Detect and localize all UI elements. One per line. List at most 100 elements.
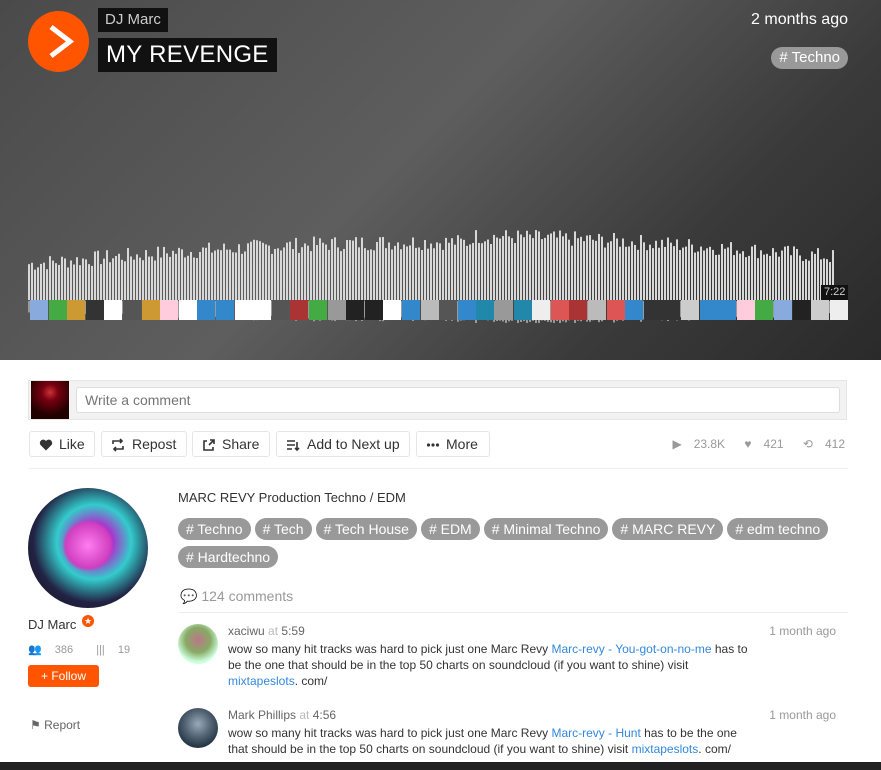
waveform-comment-avatar[interactable] (550, 300, 569, 320)
waveform-comment-avatar[interactable] (85, 300, 104, 320)
waveform-comment-avatar[interactable] (569, 300, 588, 320)
waveform-bar (373, 250, 375, 300)
waveform-bar (55, 263, 57, 300)
comment-site-link[interactable]: mixtapeslots (632, 742, 699, 756)
waveform-comment-avatar[interactable] (104, 300, 123, 320)
waveform-comment-avatar[interactable] (197, 300, 216, 320)
commenter-name[interactable]: Mark Phillips (228, 708, 296, 722)
waveform-comment-avatar[interactable] (141, 300, 160, 320)
waveform[interactable] (28, 200, 836, 300)
waveform-comment-avatar[interactable] (309, 300, 327, 320)
genre-tag[interactable]: # Techno (771, 47, 848, 69)
tag-chip[interactable]: # Hardtechno (178, 546, 279, 568)
waveform-comment-avatar[interactable] (457, 300, 476, 320)
comment-input[interactable] (76, 387, 840, 413)
comment-site-link[interactable]: mixtapeslots (228, 674, 295, 688)
waveform-comment-avatar[interactable] (402, 300, 420, 320)
waveform-comment-avatar[interactable] (513, 300, 532, 320)
waveform-comment-avatar[interactable] (736, 300, 755, 320)
comment-timestamp[interactable]: 4:56 (313, 708, 336, 722)
tag-chip[interactable]: # MARC REVY (612, 518, 724, 540)
share-button[interactable]: Share (192, 431, 270, 457)
waveform-bar (382, 236, 384, 300)
waveform-bar (166, 253, 168, 300)
waveform-comment-avatar[interactable] (829, 300, 848, 320)
waveform-bar (37, 267, 39, 300)
waveform-comment-avatar[interactable] (178, 300, 197, 320)
tag-chip[interactable]: # Tech House (315, 518, 417, 540)
waveform-comment-avatar[interactable] (681, 300, 699, 320)
waveform-bar (208, 242, 210, 300)
waveform-comment-avatar[interactable] (327, 300, 346, 320)
waveform-comment-avatar[interactable] (48, 300, 67, 320)
waveform-comment-avatar[interactable] (755, 300, 774, 320)
waveform-bar (574, 231, 576, 300)
followers-stat[interactable]: 👥 386 (28, 644, 83, 656)
commenter-avatar[interactable] (178, 624, 218, 664)
comment-bar (28, 380, 847, 420)
waveform-comment-avatar[interactable] (30, 300, 48, 320)
waveform-comment-avatar[interactable] (420, 300, 439, 320)
waveform-bar (778, 256, 780, 300)
waveform-comment-avatar[interactable] (495, 300, 513, 320)
follow-button[interactable]: + Follow (28, 665, 99, 687)
user-name[interactable]: DJ Marc (28, 617, 76, 632)
waveform-comment-avatar[interactable] (532, 300, 551, 320)
report-link[interactable]: ⚑ Report (30, 718, 80, 732)
tag-chip[interactable]: # edm techno (727, 518, 829, 540)
play-button[interactable] (28, 11, 89, 72)
waveform-comment-avatar[interactable] (160, 300, 179, 320)
waveform-comment-avatar[interactable] (216, 300, 234, 320)
waveform-comment-avatar[interactable] (718, 300, 737, 320)
likes-stat[interactable]: ♥ 421 (736, 437, 783, 451)
waveform-comment-avatar[interactable] (346, 300, 365, 320)
comment-track-link[interactable]: Marc-revy - You-got-on-no-me (551, 642, 711, 656)
waveform-comment-avatar[interactable] (811, 300, 830, 320)
commenter-avatar[interactable] (178, 708, 218, 748)
waveform-comment-avatar[interactable] (439, 300, 458, 320)
artist-name[interactable]: DJ Marc (98, 8, 168, 32)
waveform-bar (376, 242, 378, 300)
comment-body: wow so many hit tracks was hard to pick … (228, 725, 748, 757)
reposts-stat[interactable]: ⟲ 412 (795, 437, 845, 451)
waveform-comment-avatar[interactable] (792, 300, 811, 320)
waveform-comment-avatar[interactable] (699, 300, 718, 320)
add-to-next-up-button[interactable]: Add to Next up (276, 431, 410, 457)
waveform-bar (277, 248, 279, 300)
like-button[interactable]: Like (29, 431, 95, 457)
waveform-comment-avatar[interactable] (625, 300, 644, 320)
share-icon (203, 439, 215, 451)
waveform-comment-avatar[interactable] (643, 300, 662, 320)
comment-track-link[interactable]: Marc-revy - Hunt (551, 726, 640, 740)
waveform-bar (298, 252, 300, 300)
waveform-comment-avatar[interactable] (606, 300, 625, 320)
tag-chip[interactable]: # Techno (178, 518, 251, 540)
more-button[interactable]: More (416, 431, 490, 457)
user-avatar[interactable] (28, 488, 148, 608)
tag-chip[interactable]: # Minimal Techno (483, 518, 609, 540)
waveform-comment-avatar[interactable] (588, 300, 606, 320)
waveform-comment-avatar[interactable] (774, 300, 792, 320)
commenter-name[interactable]: xaciwu (228, 624, 265, 638)
waveform-comment-avatar[interactable] (662, 300, 681, 320)
tag-chip[interactable]: # EDM (420, 518, 480, 540)
repost-button[interactable]: Repost (101, 431, 187, 457)
waveform-comment-avatar[interactable] (253, 300, 272, 320)
waveform-comment-avatar[interactable] (290, 300, 309, 320)
waveform-comment-avatar[interactable] (476, 300, 495, 320)
waveform-comment-avatar[interactable] (123, 300, 141, 320)
waveform-comment-avatar[interactable] (67, 300, 86, 320)
tracks-stat[interactable]: ||| 19 (96, 644, 140, 656)
waveform-comment-avatar[interactable] (271, 300, 290, 320)
waveform-bar (349, 240, 351, 300)
waveform-bar (124, 261, 126, 300)
waveform-comment-avatar[interactable] (234, 300, 253, 320)
comment-age: 1 month ago (769, 624, 836, 638)
waveform-comment-avatars[interactable] (30, 300, 848, 320)
waveform-comment-avatar[interactable] (364, 300, 383, 320)
waveform-bar (475, 230, 477, 300)
comments-count: 💬 124 comments (180, 588, 293, 605)
waveform-comment-avatar[interactable] (383, 300, 402, 320)
comment-timestamp[interactable]: 5:59 (281, 624, 304, 638)
tag-chip[interactable]: # Tech (254, 518, 312, 540)
